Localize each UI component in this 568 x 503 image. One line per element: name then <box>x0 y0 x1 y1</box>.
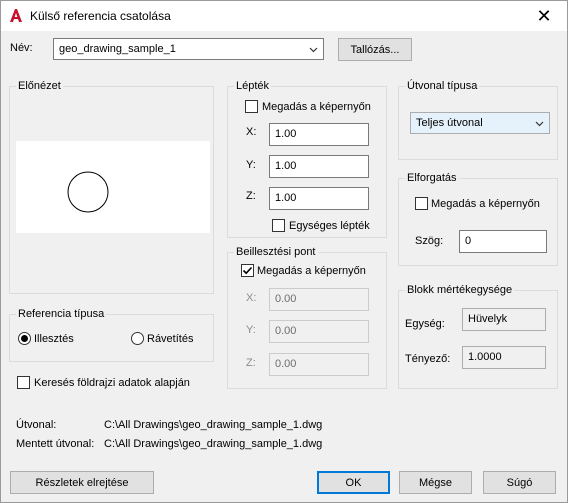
saved-path-value: C:\All Drawings\geo_drawing_sample_1.dwg <box>104 438 323 450</box>
uniform-scale-checkbox[interactable] <box>272 219 285 232</box>
insertion-y-input[interactable]: 0.00 <box>269 320 369 343</box>
block-unit-group: Blokk mértékegysége <box>398 284 558 389</box>
saved-path-label: Mentett útvonal: <box>16 438 95 450</box>
cancel-label: Mégse <box>418 476 453 489</box>
insertion-y-label: Y: <box>246 324 256 336</box>
cancel-button[interactable]: Mégse <box>399 471 472 494</box>
preview-group: Előnézet <box>9 80 214 294</box>
angle-value: 0 <box>465 235 472 247</box>
scale-z-label: Z: <box>246 190 256 202</box>
unit-field: Hüvelyk <box>462 308 546 331</box>
insertion-z-label: Z: <box>246 357 256 369</box>
unit-value: Hüvelyk <box>468 313 508 325</box>
scale-x-label: X: <box>246 126 257 138</box>
path-type-dropdown[interactable]: Teljes útvonal <box>410 112 550 134</box>
insertion-x-label: X: <box>246 292 257 304</box>
insertion-y-value: 0.00 <box>275 325 297 337</box>
scale-y-value: 1.00 <box>275 160 297 172</box>
path-value: C:\All Drawings\geo_drawing_sample_1.dwg <box>104 419 323 431</box>
name-dropdown-value: geo_drawing_sample_1 <box>59 43 176 55</box>
close-icon: ✕ <box>536 5 552 26</box>
rotation-title: Elforgatás <box>405 172 459 184</box>
insertion-point-title: Beillesztési pont <box>234 246 318 258</box>
chevron-down-icon <box>309 47 318 53</box>
name-label: Név: <box>10 42 33 54</box>
rotation-on-screen-label[interactable]: Megadás a képernyőn <box>431 198 540 210</box>
insertion-z-input[interactable]: 0.00 <box>269 353 369 376</box>
insertion-z-value: 0.00 <box>275 358 297 370</box>
radio-selected-dot <box>21 335 28 342</box>
geo-search-label[interactable]: Keresés földrajzi adatok alapján <box>34 377 190 389</box>
close-button[interactable]: ✕ <box>521 1 567 31</box>
scale-z-value: 1.00 <box>275 192 297 204</box>
block-unit-title: Blokk mértékegysége <box>405 284 515 296</box>
name-dropdown[interactable]: geo_drawing_sample_1 <box>53 38 324 60</box>
help-label: Súgó <box>506 476 533 489</box>
preview-canvas <box>16 141 210 233</box>
radio-overlay-label[interactable]: Rávetítés <box>147 333 193 345</box>
ok-button[interactable]: OK <box>317 471 390 494</box>
scale-on-screen-checkbox[interactable] <box>245 100 258 113</box>
scale-x-input[interactable]: 1.00 <box>269 123 369 146</box>
scale-z-input[interactable]: 1.00 <box>269 187 369 210</box>
autocad-a-icon <box>10 9 22 22</box>
attach-xref-dialog: Külső referencia csatolása ✕ Név: geo_dr… <box>0 0 568 503</box>
radio-overlay[interactable] <box>131 332 144 345</box>
reference-type-title: Referencia típusa <box>16 308 107 320</box>
factor-label: Tényező: <box>405 353 451 365</box>
preview-title: Előnézet <box>16 80 63 92</box>
scale-y-label: Y: <box>246 159 256 171</box>
hide-details-button[interactable]: Részletek elrejtése <box>10 471 154 494</box>
browse-button[interactable]: Tallózás... <box>338 38 412 61</box>
factor-field: 1.0000 <box>462 346 546 369</box>
title-bar: Külső referencia csatolása ✕ <box>1 1 567 31</box>
help-button[interactable]: Súgó <box>483 471 556 494</box>
path-label: Útvonal: <box>16 419 57 431</box>
window-title: Külső referencia csatolása <box>30 9 171 23</box>
angle-input[interactable]: 0 <box>459 230 547 253</box>
insertion-on-screen-checkbox[interactable] <box>241 264 254 277</box>
scale-on-screen-label[interactable]: Megadás a képernyőn <box>262 101 371 113</box>
circle-preview-graphic <box>67 171 109 213</box>
rotation-on-screen-checkbox[interactable] <box>415 197 428 210</box>
unit-label: Egység: <box>405 318 445 330</box>
radio-attachment-label[interactable]: Illesztés <box>34 333 74 345</box>
path-type-title: Útvonal típusa <box>405 80 480 92</box>
uniform-scale-label[interactable]: Egységes lépték <box>289 220 370 232</box>
scale-x-value: 1.00 <box>275 128 297 140</box>
geo-search-checkbox[interactable] <box>17 376 30 389</box>
hide-details-label: Részletek elrejtése <box>35 476 129 489</box>
scale-y-input[interactable]: 1.00 <box>269 155 369 178</box>
path-type-value: Teljes útvonal <box>416 117 483 129</box>
insertion-on-screen-label[interactable]: Megadás a képernyőn <box>257 265 366 277</box>
scale-title: Lépték <box>234 80 272 92</box>
insertion-x-value: 0.00 <box>275 293 297 305</box>
insertion-x-input[interactable]: 0.00 <box>269 288 369 311</box>
browse-button-label: Tallózás... <box>350 43 400 56</box>
angle-label: Szög: <box>415 235 444 247</box>
checkmark-icon <box>242 266 253 275</box>
factor-value: 1.0000 <box>468 351 502 363</box>
radio-attachment[interactable] <box>18 332 31 345</box>
ok-label: OK <box>345 476 362 489</box>
chevron-down-icon <box>535 121 544 127</box>
